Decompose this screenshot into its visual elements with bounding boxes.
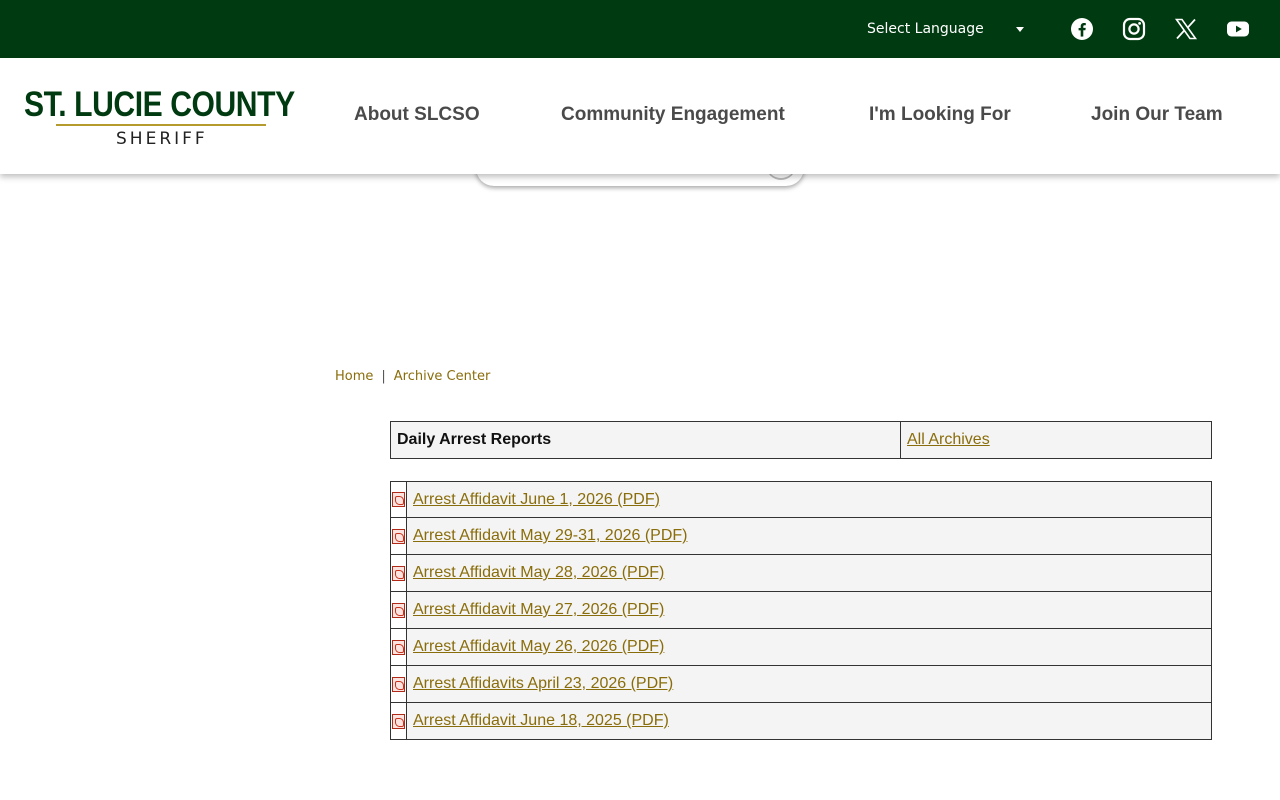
- list-item: Arrest Affidavit June 1, 2026 (PDF): [390, 481, 1212, 518]
- nav-join-our-team[interactable]: Join Our Team: [1091, 104, 1223, 126]
- category-title: Daily Arrest Reports: [391, 422, 901, 458]
- pdf-icon: [392, 565, 405, 581]
- document-link[interactable]: Arrest Affidavit May 27, 2026 (PDF): [407, 592, 664, 628]
- nav-about-slcso[interactable]: About SLCSO: [354, 104, 480, 126]
- document-link[interactable]: Arrest Affidavit May 26, 2026 (PDF): [407, 629, 664, 665]
- nav-im-looking-for[interactable]: I'm Looking For: [869, 104, 1011, 126]
- list-item: Arrest Affidavit June 18, 2025 (PDF): [390, 703, 1212, 740]
- logo-title: ST. LUCIE COUNTY: [24, 85, 295, 124]
- pdf-icon: [392, 639, 405, 655]
- sheriff-logo[interactable]: ST. LUCIE COUNTY SHERIFF: [24, 86, 298, 150]
- chevron-down-icon: [1016, 27, 1024, 32]
- list-item: Arrest Affidavit May 29-31, 2026 (PDF): [390, 518, 1212, 555]
- nav-community-engagement[interactable]: Community Engagement: [561, 104, 785, 126]
- breadcrumb-home[interactable]: Home: [335, 369, 373, 384]
- language-select[interactable]: Select Language: [858, 14, 1034, 44]
- document-link[interactable]: Arrest Affidavit May 28, 2026 (PDF): [407, 555, 664, 591]
- document-link[interactable]: Arrest Affidavits April 23, 2026 (PDF): [407, 666, 673, 702]
- site-header: ST. LUCIE COUNTY SHERIFF About SLCSO Com…: [0, 58, 1280, 174]
- logo-divider: [56, 124, 266, 126]
- language-select-label: Select Language: [867, 21, 984, 37]
- breadcrumb-separator: |: [381, 369, 386, 384]
- breadcrumb-archive-center[interactable]: Archive Center: [394, 369, 491, 384]
- top-bar: Select Language: [0, 0, 1280, 58]
- archive-category-header: Daily Arrest Reports All Archives: [390, 421, 1212, 459]
- document-link[interactable]: Arrest Affidavit May 29-31, 2026 (PDF): [407, 518, 687, 554]
- list-item: Arrest Affidavit May 26, 2026 (PDF): [390, 629, 1212, 666]
- logo-subtitle: SHERIFF: [116, 129, 208, 149]
- list-item: Arrest Affidavit May 28, 2026 (PDF): [390, 555, 1212, 592]
- pdf-icon: [392, 676, 405, 692]
- instagram-icon[interactable]: [1122, 17, 1146, 41]
- pdf-icon: [392, 492, 405, 507]
- facebook-icon[interactable]: [1070, 17, 1094, 41]
- document-link[interactable]: Arrest Affidavit June 1, 2026 (PDF): [407, 482, 660, 517]
- breadcrumb: Home | Archive Center: [335, 369, 490, 384]
- list-item: Arrest Affidavits April 23, 2026 (PDF): [390, 666, 1212, 703]
- document-list: Arrest Affidavit June 1, 2026 (PDF) Arre…: [390, 481, 1212, 740]
- pdf-icon: [392, 713, 405, 729]
- pdf-icon: [392, 528, 405, 544]
- pdf-icon: [392, 602, 405, 618]
- x-icon[interactable]: [1174, 17, 1198, 41]
- list-item: Arrest Affidavit May 27, 2026 (PDF): [390, 592, 1212, 629]
- all-archives-link[interactable]: All Archives: [901, 422, 1211, 458]
- document-link[interactable]: Arrest Affidavit June 18, 2025 (PDF): [407, 703, 669, 739]
- youtube-icon[interactable]: [1226, 17, 1250, 41]
